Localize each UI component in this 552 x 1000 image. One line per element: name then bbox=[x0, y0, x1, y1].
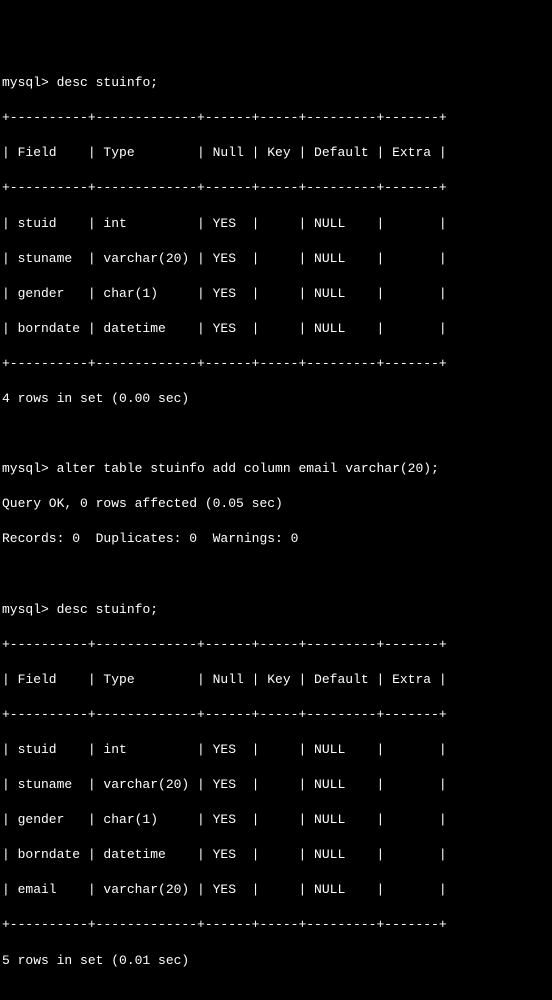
prompt-line-2: mysql> alter table stuinfo add column em… bbox=[2, 460, 550, 478]
table2-footer: 5 rows in set (0.01 sec) bbox=[2, 952, 550, 970]
mysql-prompt: mysql> bbox=[2, 602, 49, 617]
alter-result-line2: Records: 0 Duplicates: 0 Warnings: 0 bbox=[2, 530, 550, 548]
table1-footer: 4 rows in set (0.00 sec) bbox=[2, 390, 550, 408]
table1-row-stuid: | stuid | int | YES | | NULL | | bbox=[2, 215, 550, 233]
prompt-line-3: mysql> desc stuinfo; bbox=[2, 601, 550, 619]
blank-line-1 bbox=[2, 425, 550, 443]
table1-header: | Field | Type | Null | Key | Default | … bbox=[2, 144, 550, 162]
command-alter: alter table stuinfo add column email var… bbox=[57, 461, 439, 476]
table2-header: | Field | Type | Null | Key | Default | … bbox=[2, 671, 550, 689]
table2-row-email: | email | varchar(20) | YES | | NULL | | bbox=[2, 881, 550, 899]
table2-border-mid: +----------+-------------+------+-----+-… bbox=[2, 706, 550, 724]
table1-row-stuname: | stuname | varchar(20) | YES | | NULL |… bbox=[2, 250, 550, 268]
table2-row-stuid: | stuid | int | YES | | NULL | | bbox=[2, 741, 550, 759]
prompt-line-1: mysql> desc stuinfo; bbox=[2, 74, 550, 92]
alter-result-line1: Query OK, 0 rows affected (0.05 sec) bbox=[2, 495, 550, 513]
table1-border-bottom: +----------+-------------+------+-----+-… bbox=[2, 355, 550, 373]
mysql-prompt: mysql> bbox=[2, 461, 49, 476]
table1-border-mid: +----------+-------------+------+-----+-… bbox=[2, 179, 550, 197]
table2-row-gender: | gender | char(1) | YES | | NULL | | bbox=[2, 811, 550, 829]
mysql-prompt: mysql> bbox=[2, 75, 49, 90]
table1-row-gender: | gender | char(1) | YES | | NULL | | bbox=[2, 285, 550, 303]
table2-border-bottom: +----------+-------------+------+-----+-… bbox=[2, 916, 550, 934]
table2-row-stuname: | stuname | varchar(20) | YES | | NULL |… bbox=[2, 776, 550, 794]
table1-row-borndate: | borndate | datetime | YES | | NULL | | bbox=[2, 320, 550, 338]
command-desc-2: desc stuinfo; bbox=[57, 602, 158, 617]
table1-border-top: +----------+-------------+------+-----+-… bbox=[2, 109, 550, 127]
command-desc-1: desc stuinfo; bbox=[57, 75, 158, 90]
table2-border-top: +----------+-------------+------+-----+-… bbox=[2, 636, 550, 654]
table2-row-borndate: | borndate | datetime | YES | | NULL | | bbox=[2, 846, 550, 864]
blank-line-2 bbox=[2, 566, 550, 584]
